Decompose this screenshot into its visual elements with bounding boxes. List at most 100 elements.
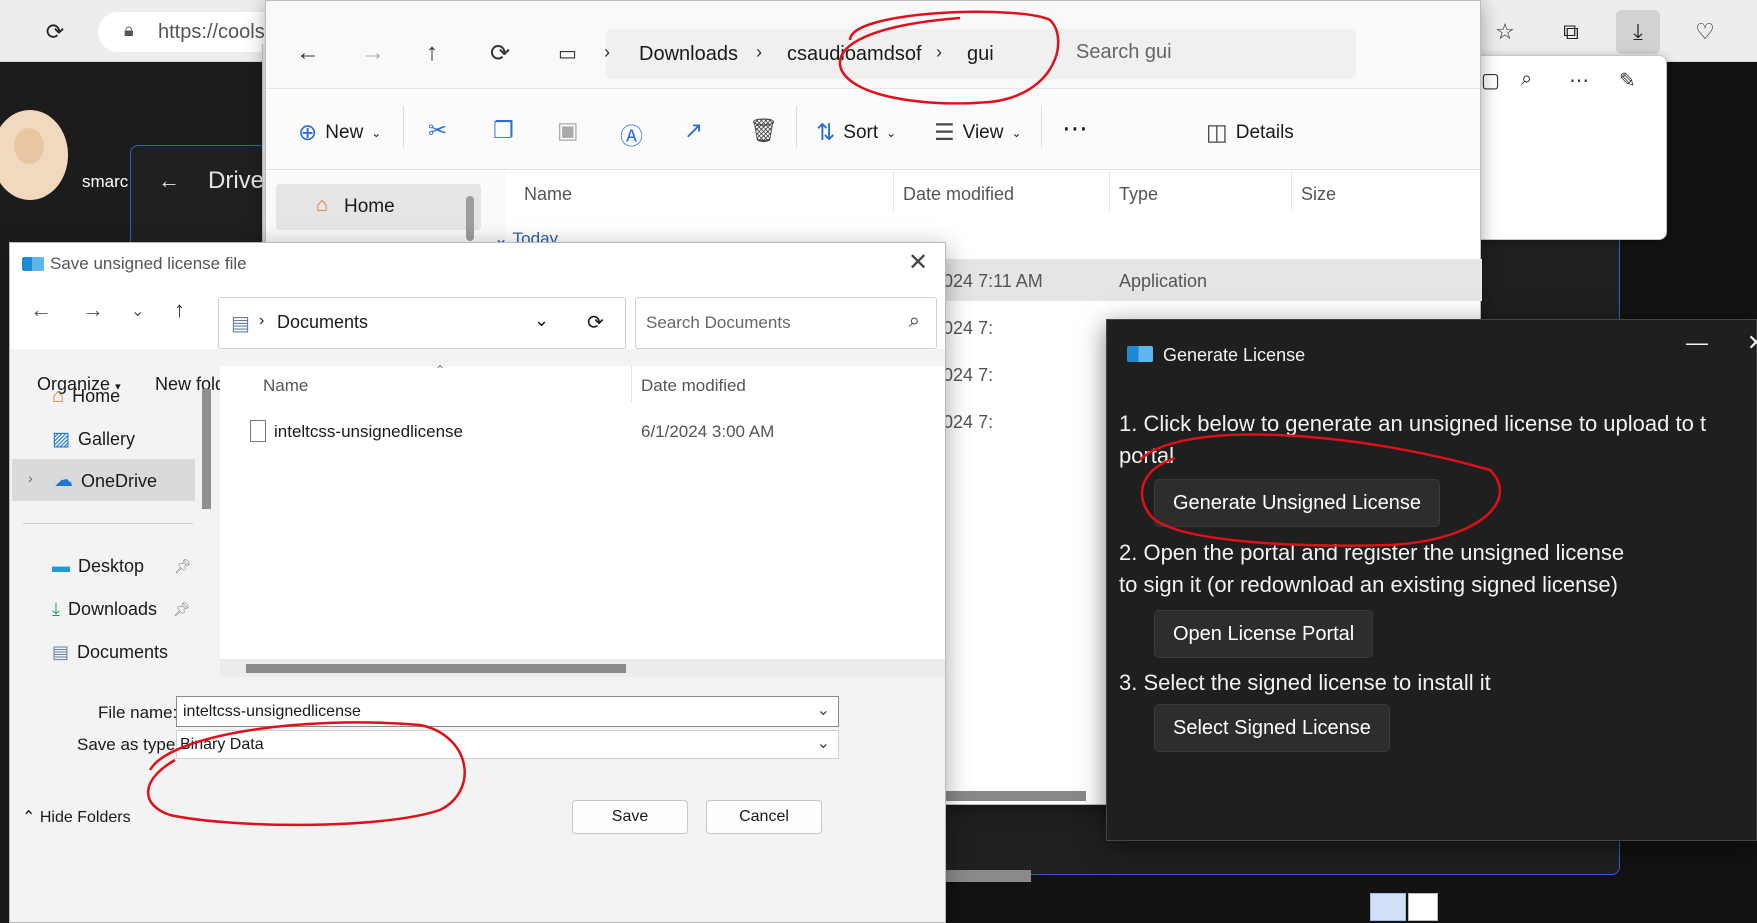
explorer-hscroll-thumb[interactable] xyxy=(946,870,1031,882)
sort-up-icon: ⌃ xyxy=(435,363,446,377)
column-header-type[interactable]: Type xyxy=(1119,184,1158,205)
cut-icon[interactable]: ✂ xyxy=(428,117,447,144)
details-button[interactable]: ◫ Details xyxy=(1206,119,1294,146)
file-name-field[interactable]: inteltcss-unsignedlicense ⌄ xyxy=(176,696,839,727)
pin-icon[interactable]: 📌︎ xyxy=(173,601,191,618)
chevron-up-icon: ⌃ xyxy=(22,809,40,826)
nav-item-downloads[interactable]: ⤓ Downloads 📌︎ xyxy=(52,599,191,620)
up-arrow-icon[interactable]: ↑ xyxy=(174,297,185,323)
hscroll-thumb[interactable] xyxy=(246,664,626,673)
this-pc-icon[interactable]: ▭ xyxy=(558,41,577,66)
dialog-address-bar[interactable]: ▤ › Documents ⌄ ⟳ xyxy=(218,297,626,349)
chevron-right-icon: › xyxy=(28,470,33,486)
dialog-location: Documents xyxy=(277,312,369,332)
lock-icon: 🔒︎ xyxy=(124,20,134,40)
hide-folders-toggle[interactable]: ⌃ Hide Folders xyxy=(22,807,131,827)
explorer-search-input[interactable]: Search gui xyxy=(1056,29,1356,79)
breadcrumb-csaudioamdsof[interactable]: csaudioamdsof xyxy=(787,43,922,66)
view-button[interactable]: ☰ View ⌄ xyxy=(934,119,1022,146)
reload-icon[interactable]: ⟳ xyxy=(33,10,77,54)
share-icon[interactable]: ↗ xyxy=(684,117,703,144)
download-icon[interactable]: ⤓ xyxy=(1616,10,1660,54)
chevron-down-icon: ⌄ xyxy=(816,735,830,752)
nav-divider xyxy=(23,523,193,524)
favorites-icon[interactable]: ☆ xyxy=(1483,10,1527,54)
up-arrow-icon[interactable]: ↑ xyxy=(426,39,438,67)
nav-item-desktop[interactable]: ▬ Desktop 📌︎ xyxy=(52,556,192,577)
step-1-text: 1. Click below to generate an unsigned l… xyxy=(1119,411,1707,436)
column-header-date-modified[interactable]: Date modified xyxy=(641,376,746,396)
drive-title: Drive xyxy=(208,167,265,194)
nav-item-home[interactable]: ⌂ Home xyxy=(52,385,120,408)
save-as-type-label: Save as type: xyxy=(77,735,181,754)
nav-item-gallery[interactable]: ▨ Gallery xyxy=(52,428,135,451)
download-icon: ⤓ xyxy=(52,599,60,619)
home-icon: ⌂ xyxy=(316,194,329,216)
breadcrumb-separator-icon: › xyxy=(756,42,762,62)
generate-unsigned-license-button[interactable]: Generate Unsigned License xyxy=(1154,479,1440,527)
select-signed-license-button[interactable]: Select Signed License xyxy=(1154,704,1390,752)
cancel-button[interactable]: Cancel xyxy=(706,800,822,834)
forward-arrow-icon[interactable]: → xyxy=(82,297,104,323)
row-type: Application xyxy=(1119,271,1208,291)
chevron-down-icon[interactable]: ⌄ xyxy=(817,700,830,720)
back-arrow-icon[interactable]: ← xyxy=(158,168,180,194)
chevron-down-icon: ⌄ xyxy=(886,125,897,140)
back-arrow-icon[interactable]: ← xyxy=(296,39,320,67)
copy-icon[interactable]: ❐ xyxy=(493,117,514,144)
rename-icon[interactable]: Ⓐ xyxy=(620,117,643,151)
more-options-icon[interactable]: ⋯ xyxy=(1569,68,1589,93)
details-pane-icon: ◫ xyxy=(1206,119,1228,145)
pin-icon[interactable]: ✎ xyxy=(1619,68,1636,93)
dialog-title: Generate License xyxy=(1163,345,1306,365)
nav-item-home[interactable]: ⌂ Home xyxy=(276,184,481,230)
delete-icon[interactable]: 🗑︎ xyxy=(749,117,778,144)
close-icon[interactable]: ✕ xyxy=(908,248,928,277)
documents-icon: ▤ xyxy=(231,313,250,335)
forward-arrow-icon[interactable]: → xyxy=(361,39,385,67)
column-header-name[interactable]: Name xyxy=(263,376,308,396)
nav-scrollbar[interactable] xyxy=(466,196,474,241)
gallery-icon: ▨ xyxy=(52,429,70,450)
browser-essentials-icon[interactable]: ♡ xyxy=(1683,10,1727,54)
breadcrumb-downloads[interactable]: Downloads xyxy=(639,43,738,66)
list-item[interactable]: inteltcss-unsignedlicense 6/1/2024 3:00 … xyxy=(248,418,848,450)
column-header-name[interactable]: Name xyxy=(524,184,572,205)
refresh-icon[interactable]: ⟳ xyxy=(490,39,510,68)
pin-icon[interactable]: 📌︎ xyxy=(174,558,192,575)
chevron-down-icon: ⌄ xyxy=(1011,125,1022,140)
back-arrow-icon[interactable]: ← xyxy=(30,297,52,323)
documents-icon: ▤ xyxy=(52,642,70,662)
folder-icon[interactable]: ▢ xyxy=(1481,68,1500,93)
search-icon[interactable]: ⌕ xyxy=(1521,68,1532,91)
column-header-size[interactable]: Size xyxy=(1301,184,1336,205)
column-divider xyxy=(631,366,632,402)
nav-item-documents[interactable]: ▤ Documents xyxy=(52,642,168,663)
breadcrumb-gui[interactable]: gui xyxy=(967,43,994,66)
new-button[interactable]: ⊕ New ⌄ xyxy=(298,119,381,146)
step-2-text-continued: to sign it (or redownload an existing si… xyxy=(1119,572,1618,597)
dialog-search-input[interactable]: Search Documents ⌕ xyxy=(635,297,937,349)
save-as-type-select[interactable]: Binary Data ⌄ xyxy=(176,730,839,759)
column-header-date-modified[interactable]: Date modified xyxy=(903,184,1014,205)
more-options-icon[interactable]: ⋯ xyxy=(1062,113,1088,144)
save-button[interactable]: Save xyxy=(572,800,688,834)
close-icon[interactable]: ✕ xyxy=(1747,330,1757,356)
nav-item-onedrive[interactable]: › ☁ OneDrive xyxy=(12,459,195,501)
recent-locations-chevron-icon[interactable]: ⌄ xyxy=(131,301,144,321)
chevron-down-icon[interactable]: ⌄ xyxy=(534,310,549,331)
open-license-portal-button[interactable]: Open License Portal xyxy=(1154,610,1374,658)
tiles-view-toggle-icon[interactable] xyxy=(1408,893,1438,921)
file-icon xyxy=(250,420,266,442)
minimize-icon[interactable]: — xyxy=(1686,330,1708,356)
paste-icon[interactable]: ▣ xyxy=(557,117,579,144)
details-view-toggle-icon[interactable] xyxy=(1370,893,1406,921)
refresh-icon[interactable]: ⟳ xyxy=(587,310,604,335)
view-icon: ☰ xyxy=(934,119,955,145)
collections-icon[interactable]: ⧉ xyxy=(1549,10,1593,54)
url-text: https://coolsta xyxy=(158,20,282,43)
sort-button[interactable]: ⇅ Sort ⌄ xyxy=(816,119,896,146)
explorer-hscrollbar[interactable] xyxy=(926,791,1086,801)
downloads-flyout: ▢ ⌕ ⋯ ✎ xyxy=(1470,55,1667,240)
nav-scrollbar[interactable] xyxy=(202,389,211,509)
